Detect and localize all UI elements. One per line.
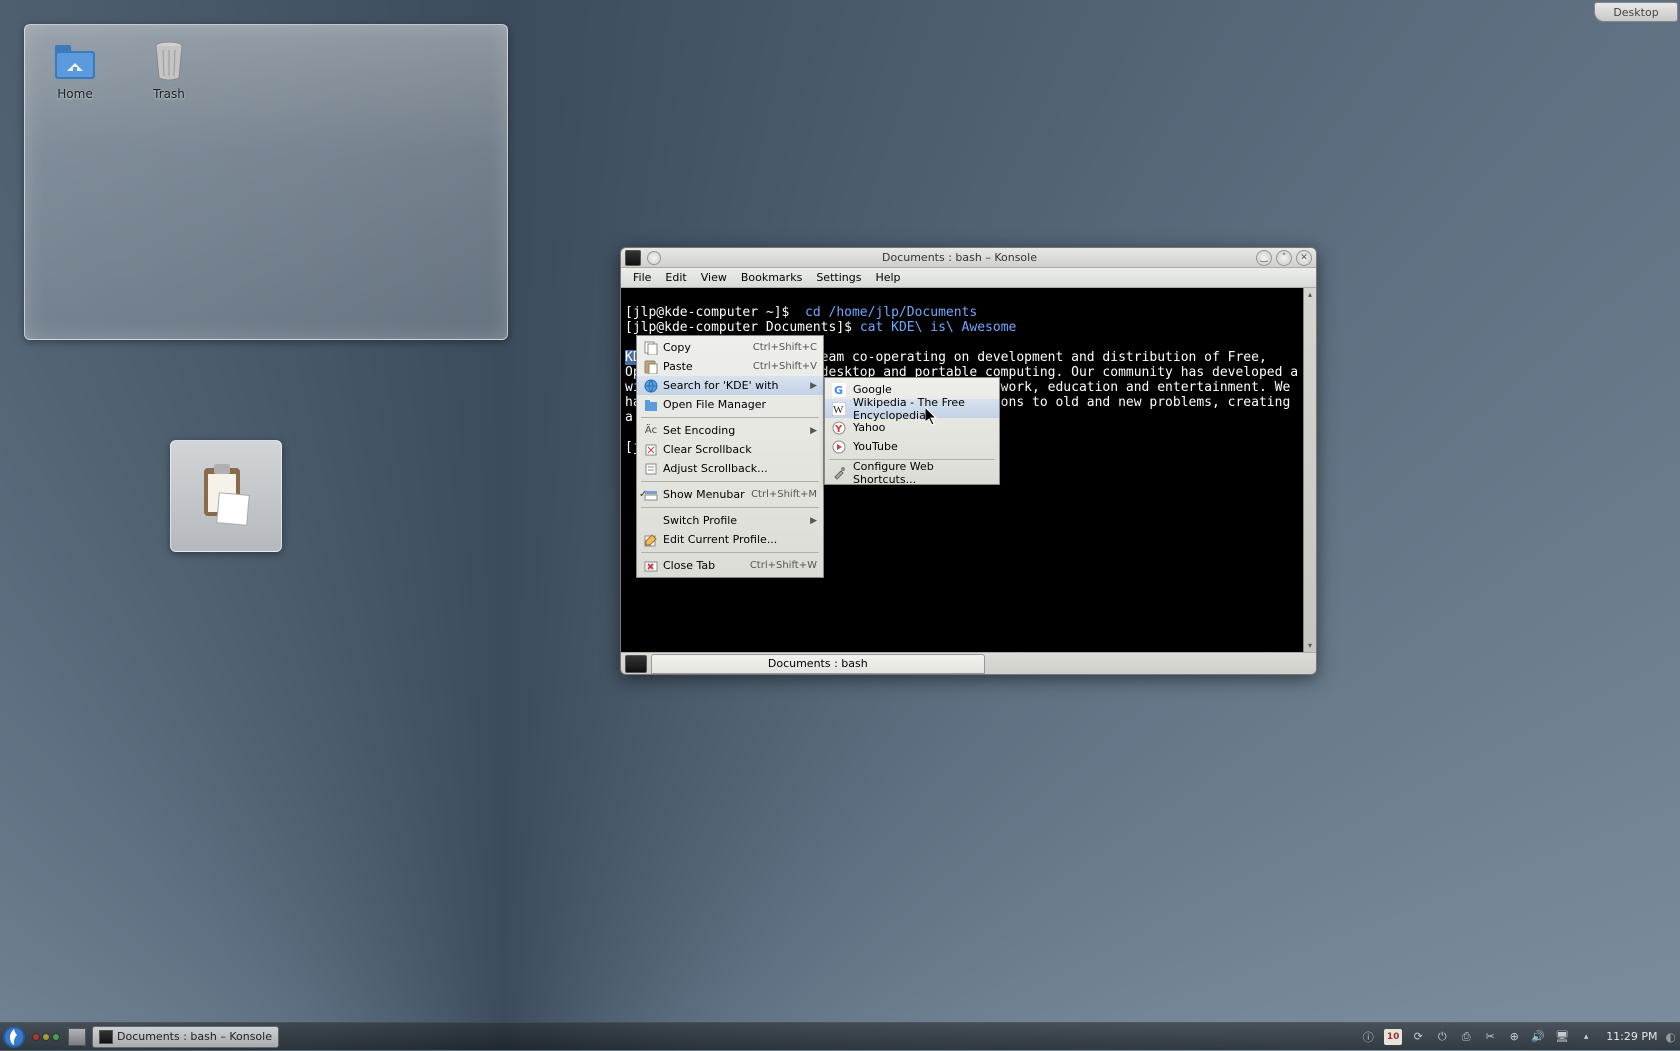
tray-calendar-icon[interactable]: 10 bbox=[1384, 1029, 1402, 1045]
submenu-wikipedia[interactable]: W Wikipedia - The Free Encyclopedia bbox=[825, 399, 999, 418]
menu-edit[interactable]: Edit bbox=[659, 269, 692, 286]
desktop-icon-home[interactable]: Home bbox=[39, 39, 111, 101]
encoding-icon: Äc bbox=[643, 423, 659, 439]
kickoff-menu-button[interactable] bbox=[0, 1023, 28, 1051]
window-maximize-button[interactable]: ˄ bbox=[1276, 250, 1292, 266]
submenu-youtube[interactable]: YouTube bbox=[825, 437, 999, 456]
svg-text:W: W bbox=[833, 404, 844, 416]
tray-network-icon[interactable]: ⊕ bbox=[1506, 1029, 1522, 1045]
svg-text:Y: Y bbox=[834, 424, 843, 435]
tray-power-icon[interactable]: ⏻ bbox=[1434, 1029, 1450, 1045]
scrollbar-up-arrow[interactable]: ▴ bbox=[1304, 288, 1316, 301]
tray-klipper-icon[interactable]: ✂ bbox=[1482, 1029, 1498, 1045]
taskbar-entry-konsole[interactable]: Documents : bash – Konsole bbox=[92, 1026, 279, 1048]
submenu-arrow-icon: ▶ bbox=[810, 516, 817, 526]
desktop-icon-trash-label: Trash bbox=[153, 87, 185, 101]
ctx-clear-scrollback[interactable]: Clear Scrollback bbox=[637, 440, 823, 459]
panel-clock[interactable]: 11:29 PM bbox=[1606, 1030, 1657, 1043]
window-app-icon bbox=[625, 250, 641, 266]
konsole-tabbar[interactable]: Documents : bash bbox=[621, 652, 1316, 674]
submenu-configure-shortcuts[interactable]: Configure Web Shortcuts... bbox=[825, 463, 999, 482]
ctx-show-menubar[interactable]: ✓ Show Menubar Ctrl+Shift+M bbox=[637, 485, 823, 504]
window-title: Documents : bash – Konsole bbox=[663, 251, 1256, 264]
scrollbar-down-arrow[interactable]: ▾ bbox=[1304, 639, 1316, 652]
activity-1[interactable] bbox=[32, 1033, 40, 1041]
submenu-yahoo[interactable]: Y Yahoo bbox=[825, 418, 999, 437]
window-minimize-button[interactable]: ‿ bbox=[1256, 250, 1272, 266]
terminal-scrollbar[interactable]: ▴ ▾ bbox=[1303, 288, 1316, 652]
konsole-task-icon bbox=[99, 1030, 113, 1044]
window-pin-button[interactable] bbox=[647, 251, 661, 265]
ctx-set-encoding[interactable]: Äc Set Encoding ▶ bbox=[637, 421, 823, 440]
panel-taskbar[interactable]: Documents : bash – Konsole ⓘ 10 ⟳ ⏻ ⎙ ✂ … bbox=[0, 1022, 1680, 1050]
wikipedia-favicon: W bbox=[831, 401, 847, 417]
search-submenu[interactable]: G Google W Wikipedia - The Free Encyclop… bbox=[824, 377, 1000, 485]
yahoo-favicon: Y bbox=[831, 420, 847, 436]
scrollbar-track[interactable] bbox=[1304, 301, 1316, 639]
desktop-icon-home-label: Home bbox=[57, 87, 92, 101]
tray-device-notifier-icon[interactable]: 🖥 bbox=[1554, 1029, 1570, 1045]
configure-icon bbox=[831, 465, 847, 481]
konsole-menubar[interactable]: File Edit View Bookmarks Settings Help bbox=[621, 268, 1316, 288]
konsole-context-menu[interactable]: Copy Ctrl+Shift+C Paste Ctrl+Shift+V Sea… bbox=[636, 335, 824, 578]
ctx-separator bbox=[641, 417, 819, 418]
menu-bookmarks[interactable]: Bookmarks bbox=[735, 269, 808, 286]
google-favicon: G bbox=[831, 382, 847, 398]
desktop-icon-trash[interactable]: Trash bbox=[133, 39, 205, 101]
ctx-open-file-manager[interactable]: Open File Manager bbox=[637, 395, 823, 414]
ctx-adjust-scrollback[interactable]: Adjust Scrollback... bbox=[637, 459, 823, 478]
clipboard-icon bbox=[198, 464, 254, 528]
ctx-search-for[interactable]: Search for 'KDE' with ▶ bbox=[637, 376, 823, 395]
ctx-close-tab[interactable]: Close Tab Ctrl+Shift+W bbox=[637, 556, 823, 575]
file-manager-icon bbox=[643, 397, 659, 413]
new-tab-button[interactable] bbox=[625, 655, 647, 673]
ctx-separator bbox=[641, 481, 819, 482]
system-tray[interactable]: ⓘ 10 ⟳ ⏻ ⎙ ✂ ⊕ 🔊 🖥 ▴ bbox=[1360, 1029, 1594, 1045]
tray-info-icon[interactable]: ⓘ bbox=[1360, 1029, 1376, 1045]
tray-printer-icon[interactable]: ⎙ bbox=[1458, 1029, 1474, 1045]
paste-icon bbox=[643, 359, 659, 375]
menu-view[interactable]: View bbox=[695, 269, 733, 286]
clipboard-widget[interactable] bbox=[170, 440, 282, 552]
submenu-arrow-icon: ▶ bbox=[810, 381, 817, 391]
window-titlebar[interactable]: Documents : bash – Konsole ‿ ˄ ✕ bbox=[621, 248, 1316, 268]
activity-2[interactable] bbox=[42, 1033, 50, 1041]
tray-volume-icon[interactable]: 🔊 bbox=[1530, 1029, 1546, 1045]
clear-icon bbox=[643, 442, 659, 458]
submenu-arrow-icon: ▶ bbox=[810, 426, 817, 436]
ctx-paste[interactable]: Paste Ctrl+Shift+V bbox=[637, 357, 823, 376]
window-close-button[interactable]: ✕ bbox=[1296, 250, 1312, 266]
menu-help[interactable]: Help bbox=[869, 269, 906, 286]
youtube-favicon bbox=[831, 439, 847, 455]
konsole-tab-documents[interactable]: Documents : bash bbox=[651, 654, 985, 674]
ctx-switch-profile[interactable]: Switch Profile ▶ bbox=[637, 511, 823, 530]
panel-toolbox-cashew[interactable]: ◐ bbox=[1666, 1030, 1676, 1044]
copy-icon bbox=[643, 340, 659, 356]
menu-settings[interactable]: Settings bbox=[810, 269, 867, 286]
menu-file[interactable]: File bbox=[627, 269, 657, 286]
globe-icon bbox=[643, 378, 659, 394]
tray-expand-arrow[interactable]: ▴ bbox=[1578, 1029, 1594, 1045]
trash-icon bbox=[145, 39, 193, 83]
desktop-toolbox-label: Desktop bbox=[1613, 6, 1658, 19]
show-desktop-button[interactable] bbox=[68, 1028, 86, 1046]
ctx-separator bbox=[641, 507, 819, 508]
ctx-copy[interactable]: Copy Ctrl+Shift+C bbox=[637, 338, 823, 357]
activity-3[interactable] bbox=[52, 1033, 60, 1041]
folder-home-icon bbox=[51, 39, 99, 83]
activity-pager[interactable] bbox=[32, 1033, 60, 1041]
tray-updates-icon[interactable]: ⟳ bbox=[1410, 1029, 1426, 1045]
svg-text:G: G bbox=[834, 384, 843, 397]
ctx-edit-profile[interactable]: Edit Current Profile... bbox=[637, 530, 823, 549]
adjust-icon bbox=[643, 461, 659, 477]
close-tab-icon bbox=[643, 558, 659, 574]
edit-icon bbox=[643, 532, 659, 548]
ctx-separator bbox=[641, 552, 819, 553]
desktop-toolbox-cashew[interactable]: Desktop bbox=[1594, 2, 1678, 22]
menubar-icon bbox=[643, 487, 659, 503]
folderview-widget[interactable]: Home Trash bbox=[24, 24, 508, 340]
